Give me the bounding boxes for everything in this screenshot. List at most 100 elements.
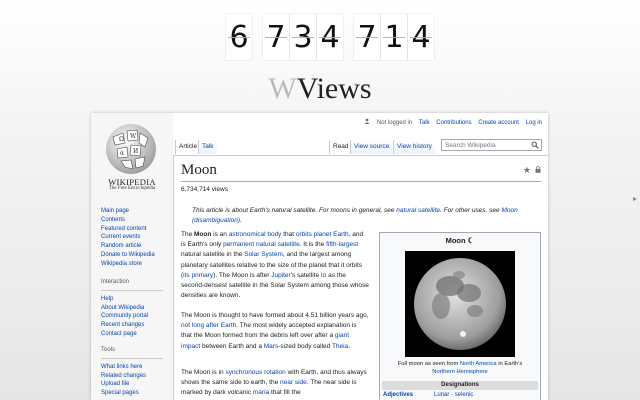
counter-digit: 6 [226,14,252,60]
article-link[interactable]: Mars [264,343,278,350]
hatnote-prefix: This article is about Earth's natural sa… [192,207,397,214]
svg-text:Ω: Ω [119,136,124,143]
article-link[interactable]: Theia [332,343,348,350]
article-link[interactable]: astronomical body [229,231,282,238]
sidebar: Ω W ά И WIKIPEDIA The Free Encyclopedia … [91,113,173,400]
wikipedia-page-preview: Ω W ά И WIKIPEDIA The Free Encyclopedia … [91,113,548,400]
divider [101,289,163,291]
body-text: . It is the [299,241,327,249]
views-heading-text: Views [296,72,372,105]
moon-symbol-icon: ☾ [467,236,475,245]
article-link[interactable]: maria [253,389,269,396]
sidebar-item-current-events[interactable]: Current events [101,234,140,240]
page-title: Moon [181,162,217,178]
body-text: The [181,231,195,238]
body-text: natural satellite in the [181,251,245,259]
interaction-heading: Interaction [101,279,130,285]
contributions-link[interactable]: Contributions [436,120,471,126]
caption-middle: in Earth's [496,361,523,367]
sidebar-item-random-article[interactable]: Random article [101,243,141,249]
adjectives-label[interactable]: Adjectives [383,392,413,398]
article-link[interactable]: permanent natural satellite [223,241,300,248]
personal-tools: Not logged in Talk Contributions Create … [364,118,542,126]
body-text: that [281,231,296,238]
tab-read[interactable]: Read [329,140,352,154]
north-america-link[interactable]: North America [460,361,497,367]
sidebar-item-special-pages[interactable]: Special pages [101,390,139,396]
sidebar-item-what-links-here[interactable]: What links here [101,364,142,370]
article-link[interactable]: orbits planet Earth [296,231,349,238]
article-link[interactable]: Jupiter [271,272,291,279]
article-link[interactable]: not long after Earth [181,322,236,329]
lock-icon [535,166,541,173]
article-link[interactable]: Solar System [244,251,283,258]
sidebar-item-help[interactable]: Help [101,296,113,302]
natural-satellite-link[interactable]: natural satellite [396,207,440,214]
sidebar-item-donate[interactable]: Donate to Wikipedia [101,252,155,258]
body-text: . [348,342,351,350]
article-link[interactable]: near side [280,379,307,386]
svg-text:ά: ά [120,150,124,157]
sidebar-item-about[interactable]: About Wikipedia [101,305,144,311]
expand-arrow-icon[interactable] [632,196,638,202]
search-icon[interactable] [531,141,539,149]
tab-view-history[interactable]: View history [393,140,435,154]
body-text: The Moon is in [181,369,226,376]
sidebar-item-upload-file[interactable]: Upload file [101,381,129,387]
hatnote: This article is about Earth's natural sa… [192,206,544,226]
search-placeholder: Search Wikipedia [445,142,496,149]
sidebar-item-store[interactable]: Wikipedia store [101,261,142,267]
counter-digit: 4 [408,14,434,60]
sidebar-item-featured-content[interactable]: Featured content [101,226,146,232]
moon-image[interactable] [405,251,515,357]
infobox-caption: Full moon as seen from North America in … [380,360,540,376]
counter-digit: 3 [290,14,316,60]
tab-talk[interactable]: Talk [198,140,217,154]
create-account-link[interactable]: Create account [478,120,519,126]
article-link[interactable]: its primary [183,272,213,279]
sidebar-item-recent-changes[interactable]: Recent changes [101,322,144,328]
adjectives-value[interactable]: Lunar · selenic [434,392,473,398]
sidebar-item-contents[interactable]: Contents [101,217,125,223]
body-text: -sized body called [278,342,332,350]
tab-article[interactable]: Article [175,140,201,154]
search-input[interactable]: Search Wikipedia [441,139,542,151]
wikipedia-tagline: The Free Encyclopedia [108,186,156,191]
tab-view-source[interactable]: View source [350,140,393,154]
northern-hemisphere-link[interactable]: Northern Hemisphere [432,369,487,375]
infobox-title: Moon ☾ [380,236,540,245]
article-content: Moon ★ 6,734,714 views This article is a… [173,155,548,400]
paragraph-intro: The Moon is an astronomical body that or… [181,230,369,301]
article-link[interactable]: fifth-largest [326,241,358,248]
sidebar-item-community-portal[interactable]: Community portal [101,313,148,319]
counter-digit: 7 [263,14,289,60]
article-link[interactable]: synchronous rotation [225,369,285,376]
counter-digit: 1 [381,14,407,60]
bold-text: Moon [194,231,212,238]
views-heading-mark: W [268,72,297,105]
body-text: The Moon is thought to have formed about… [181,312,369,319]
view-counter: 6 7 3 4 7 1 4 [226,14,435,62]
star-icon: ★ [522,165,531,175]
infobox-title-text: Moon [445,236,466,245]
paragraph-rotation: The Moon is in synchronous rotation with… [181,368,369,399]
sidebar-item-related-changes[interactable]: Related changes [101,373,146,379]
sidebar-item-contact-page[interactable]: Contact page [101,331,137,337]
talk-link[interactable]: Talk [419,120,430,126]
log-in-link[interactable]: Log in [526,120,542,126]
paragraph-formation: The Moon is thought to have formed about… [181,311,369,352]
views-heading: WViews [0,72,640,106]
interaction-navigation: Interaction Help About Wikipedia Communi… [101,278,163,339]
svg-text:W: W [130,133,137,140]
counter-digit: 7 [354,14,380,60]
divider [181,181,541,182]
body-text: that fill the [269,389,301,397]
designations-header: Designations [382,381,538,390]
tools-navigation: Tools What links here Related changes Up… [101,346,163,398]
sidebar-item-main-page[interactable]: Main page [101,208,129,214]
not-logged-in-text: Not logged in [376,120,413,126]
tools-heading: Tools [101,347,116,353]
wikipedia-globe-logo[interactable]: Ω W ά И [103,121,159,177]
hatnote-suffix: . [240,217,242,224]
caption-prefix: Full moon as seen from [397,361,460,367]
